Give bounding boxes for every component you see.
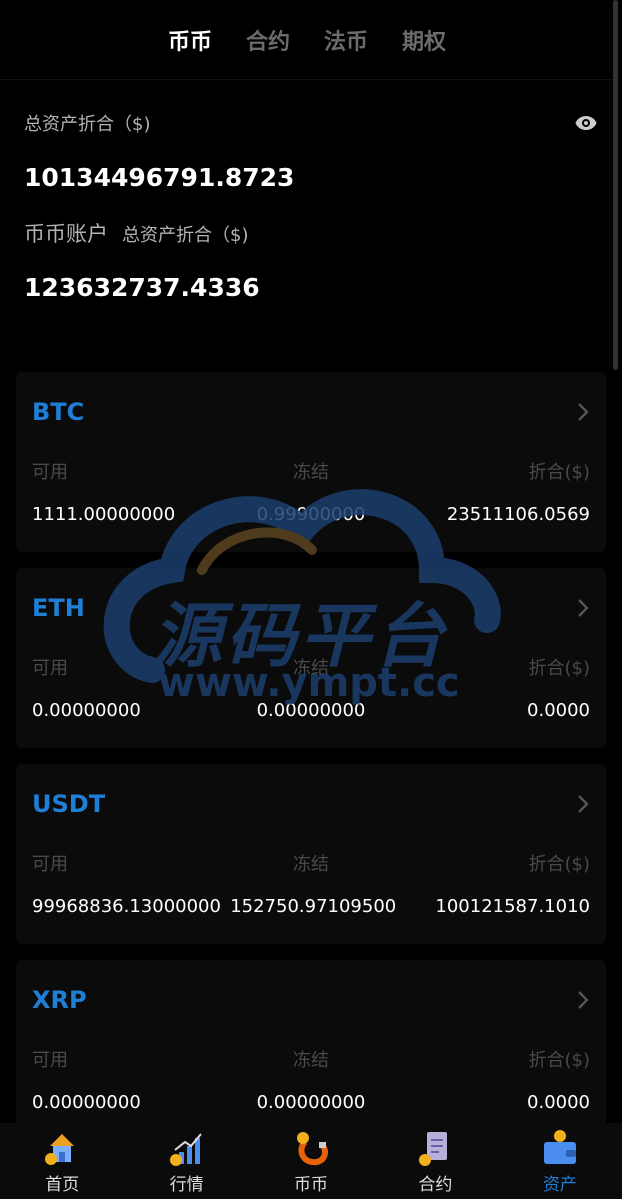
top-tabs: 币币 合约 法币 期权 xyxy=(0,0,614,80)
tab-fiat[interactable]: 法币 xyxy=(324,24,368,56)
frozen-label: 冻结 xyxy=(293,854,329,875)
home-icon xyxy=(45,1134,75,1165)
asset-card-xrp[interactable]: XRP 可用 冻结 折合($) 0.00000000 0.00000000 0.… xyxy=(16,960,606,1140)
coin-name: XRP xyxy=(32,986,87,1014)
frozen-value: 0.00000000 xyxy=(256,1092,366,1113)
nav-assets[interactable]: 资产 xyxy=(498,1123,622,1199)
frozen-label: 冻结 xyxy=(293,1050,329,1071)
asset-card-eth[interactable]: ETH 可用 冻结 折合($) 0.00000000 0.00000000 0.… xyxy=(16,568,606,748)
asset-summary: 总资产折合（$) 10134496791.8723 币币账户 总资产折合（$) … xyxy=(24,100,598,306)
frozen-value: 152750.97109500 xyxy=(230,896,397,917)
asset-card-usdt[interactable]: USDT 可用 冻结 折合($) 99968836.13000000 15275… xyxy=(16,764,606,944)
nav-spot[interactable]: 币币 xyxy=(249,1123,373,1199)
total-assets-value: 10134496791.8723 xyxy=(24,163,295,192)
converted-value: 23511106.0569 xyxy=(446,504,590,525)
total-assets-label: 总资产折合（$) xyxy=(24,114,151,135)
account-name: 币币账户 xyxy=(24,222,108,246)
available-value: 1111.00000000 xyxy=(32,504,176,525)
nav-label: 行情 xyxy=(169,1175,204,1195)
bottom-nav: 首页 行情 币币 合约 资产 xyxy=(0,1123,622,1199)
coin-name: BTC xyxy=(32,398,85,426)
chevron-right-icon xyxy=(578,795,589,813)
available-value: 99968836.13000000 xyxy=(32,896,221,917)
converted-label: 折合($) xyxy=(528,854,591,875)
converted-value: 0.0000 xyxy=(527,1092,590,1113)
converted-value: 100121587.1010 xyxy=(435,896,590,917)
available-value: 0.00000000 xyxy=(32,1092,141,1113)
wallet-icon xyxy=(543,1130,576,1164)
available-label: 可用 xyxy=(32,1050,68,1071)
coin-name: ETH xyxy=(32,594,85,622)
asset-card-btc[interactable]: BTC 可用 冻结 折合($) 1111.00000000 0.99900000… xyxy=(16,372,606,552)
account-total-label: 总资产折合（$) xyxy=(122,225,249,246)
chevron-right-icon xyxy=(578,599,589,617)
nav-market[interactable]: 行情 xyxy=(124,1123,248,1199)
nav-home[interactable]: 首页 xyxy=(0,1123,124,1199)
nav-label: 合约 xyxy=(418,1175,453,1195)
available-value: 0.00000000 xyxy=(32,700,141,721)
chevron-right-icon xyxy=(578,403,589,421)
tab-coin[interactable]: 币币 xyxy=(168,24,212,56)
converted-label: 折合($) xyxy=(528,462,591,483)
eye-icon[interactable] xyxy=(574,111,598,135)
tab-options[interactable]: 期权 xyxy=(402,24,446,56)
converted-label: 折合($) xyxy=(528,1050,591,1071)
nav-label: 首页 xyxy=(45,1175,80,1195)
nav-label: 资产 xyxy=(542,1175,577,1195)
chart-icon xyxy=(169,1133,202,1166)
converted-label: 折合($) xyxy=(528,658,591,679)
frozen-label: 冻结 xyxy=(293,462,329,483)
frozen-value: 0.00000000 xyxy=(256,700,366,721)
chevron-right-icon xyxy=(578,991,589,1009)
nav-label: 币币 xyxy=(294,1175,329,1195)
frozen-value: 0.99900000 xyxy=(256,504,366,525)
converted-value: 0.0000 xyxy=(527,700,590,721)
tab-contract[interactable]: 合约 xyxy=(246,24,290,56)
nav-contract[interactable]: 合约 xyxy=(373,1123,497,1199)
available-label: 可用 xyxy=(32,854,68,875)
frozen-label: 冻结 xyxy=(293,658,329,679)
account-total-value: 123632737.4336 xyxy=(24,273,260,302)
contract-icon xyxy=(419,1132,448,1166)
scrollbar[interactable] xyxy=(613,0,618,370)
available-label: 可用 xyxy=(32,658,68,679)
magnet-icon xyxy=(297,1132,328,1166)
available-label: 可用 xyxy=(32,462,68,483)
coin-name: USDT xyxy=(32,790,106,818)
